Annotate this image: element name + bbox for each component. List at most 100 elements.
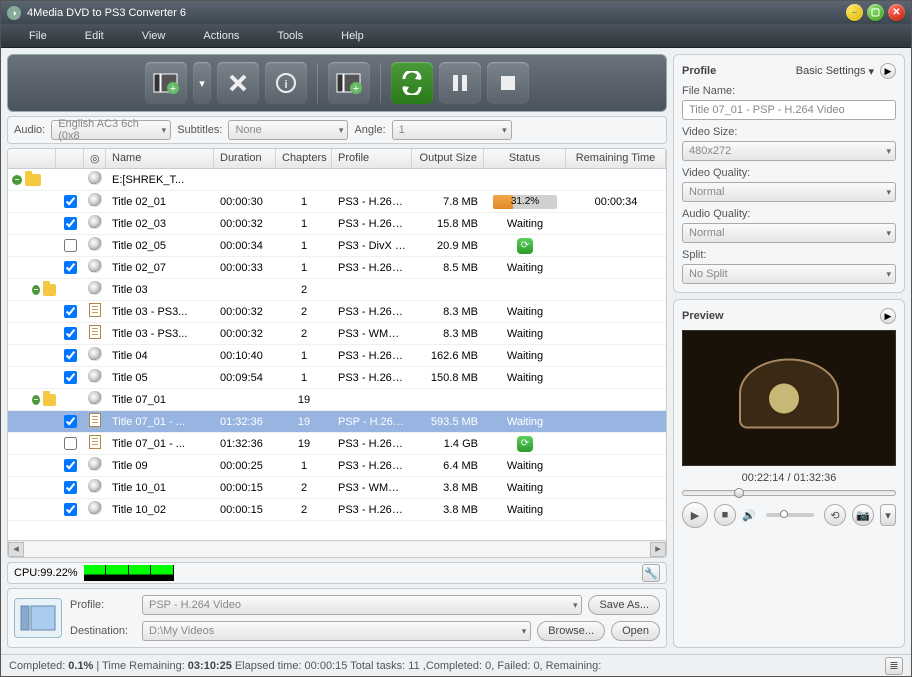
audioquality-dropdown[interactable]: Normal [682,223,896,243]
table-row[interactable]: Title 0400:10:401PS3 - H.264 ...162.6 MB… [8,345,666,367]
col-profile[interactable]: Profile [332,149,412,168]
player-more-button[interactable]: ▾ [880,504,896,526]
table-row[interactable]: –E:[SHREK_T... [8,169,666,191]
table-row[interactable]: Title 07_01 - ...01:32:3619PS3 - H.264 .… [8,433,666,455]
split-dropdown[interactable]: No Split [682,264,896,284]
table-row[interactable]: Title 02_0300:00:321PS3 - H.264 ...15.8 … [8,213,666,235]
row-checkbox[interactable] [64,327,77,340]
disc-icon [88,215,102,229]
table-row[interactable]: –Title 07_0119 [8,389,666,411]
row-checkbox[interactable] [64,305,77,318]
filename-input[interactable]: Title 07_01 - PSP - H.264 Video [682,100,896,120]
add-dropdown-button[interactable]: ▾ [193,62,211,104]
profile-panel: Profile Basic Settings▾ ▶ File Name: Tit… [673,54,905,293]
disc-icon [88,501,102,515]
settings-icon[interactable]: 🔧 [642,564,660,582]
status-ready-icon: ⟳ [517,436,533,452]
stream-select-bar: Audio: English AC3 6ch (0x8 Subtitles: N… [7,116,667,144]
menu-view[interactable]: View [132,26,194,46]
player-stop-button[interactable]: ■ [714,504,736,526]
pause-button[interactable] [439,62,481,104]
table-header: ◎ Name Duration Chapters Profile Output … [8,149,666,169]
maximize-button[interactable]: ▢ [867,4,884,21]
audio-dropdown[interactable]: English AC3 6ch (0x8 [51,120,171,140]
row-checkbox[interactable] [64,371,77,384]
menu-file[interactable]: File [19,26,75,46]
titlebar: ◑ 4Media DVD to PS3 Converter 6 – ▢ ✕ [1,1,911,24]
menu-actions[interactable]: Actions [193,26,267,46]
col-status[interactable]: Status [484,149,566,168]
table-row[interactable]: Title 10_0100:00:152PS3 - WMV ...3.8 MBW… [8,477,666,499]
row-checkbox[interactable] [64,503,77,516]
profile-dropdown[interactable]: PSP - H.264 Video [142,595,582,615]
open-button[interactable]: Open [611,621,660,641]
angle-dropdown[interactable]: 1 [392,120,512,140]
preview-expand-icon[interactable]: ▶ [880,308,896,324]
col-output[interactable]: Output Size [412,149,484,168]
status-options-icon[interactable]: ≣ [885,657,903,675]
subtitles-dropdown[interactable]: None [228,120,348,140]
videoquality-dropdown[interactable]: Normal [682,182,896,202]
videosize-dropdown[interactable]: 480x272 [682,141,896,161]
browse-button[interactable]: Browse... [537,621,605,641]
basic-settings-link[interactable]: Basic Settings▾ [796,65,874,78]
disc-icon [88,347,102,361]
repeat-button[interactable]: ⟲ [824,504,846,526]
menu-help[interactable]: Help [331,26,392,46]
row-checkbox[interactable] [64,217,77,230]
table-row[interactable]: Title 0900:00:251PS3 - H.264 ...6.4 MBWa… [8,455,666,477]
file-table: ◎ Name Duration Chapters Profile Output … [7,148,667,558]
preview-video[interactable] [682,330,896,466]
volume-slider[interactable] [766,513,814,517]
volume-icon[interactable]: 🔊 [742,509,756,522]
menu-edit[interactable]: Edit [75,26,132,46]
split-label: Split: [682,249,896,261]
table-row[interactable]: Title 03 - PS3...00:00:322PS3 - H.264 ..… [8,301,666,323]
row-checkbox[interactable] [64,459,77,472]
col-name[interactable]: Name [106,149,214,168]
destination-dropdown[interactable]: D:\My Videos [142,621,531,641]
convert-button[interactable] [391,62,433,104]
row-checkbox[interactable] [64,481,77,494]
col-chapters[interactable]: Chapters [276,149,332,168]
disc-icon [88,237,102,251]
table-row[interactable]: Title 07_01 - ...01:32:3619PSP - H.264 .… [8,411,666,433]
profile-dest-bar: Profile: PSP - H.264 Video Save As... De… [7,588,667,648]
videoquality-label: Video Quality: [682,167,896,179]
table-row[interactable]: Title 02_0100:00:301PS3 - H.264 ...7.8 M… [8,191,666,213]
horizontal-scrollbar[interactable]: ◂▸ [8,540,666,557]
divider [317,63,318,103]
table-row[interactable]: Title 03 - PS3...00:00:322PS3 - WMV ...8… [8,323,666,345]
row-checkbox[interactable] [64,415,77,428]
seek-slider[interactable] [682,490,896,496]
divider [380,63,381,103]
panel-expand-icon[interactable]: ▶ [880,63,896,79]
save-as-button[interactable]: Save As... [588,595,660,615]
menu-tools[interactable]: Tools [267,26,331,46]
col-duration[interactable]: Duration [214,149,276,168]
row-checkbox[interactable] [64,261,77,274]
row-checkbox[interactable] [64,437,77,450]
table-row[interactable]: –Title 032 [8,279,666,301]
delete-button[interactable] [217,62,259,104]
minimize-button[interactable]: – [846,4,863,21]
table-row[interactable]: Title 0500:09:541PS3 - H.264 ...150.8 MB… [8,367,666,389]
disc-icon [88,391,102,405]
document-icon [89,325,101,339]
play-button[interactable]: ▶ [682,502,708,528]
row-checkbox[interactable] [64,349,77,362]
col-remaining[interactable]: Remaining Time [566,149,666,168]
row-checkbox[interactable] [64,239,77,252]
table-row[interactable]: Title 10_0200:00:152PS3 - H.264 ...3.8 M… [8,499,666,521]
add-profile-button[interactable]: + [328,62,370,104]
table-row[interactable]: Title 02_0500:00:341PS3 - DivX H...20.9 … [8,235,666,257]
destination-label: Destination: [70,625,136,637]
add-file-button[interactable]: + [145,62,187,104]
info-button[interactable]: i [265,62,307,104]
statusbar: Completed: 0.1% | Time Remaining: 03:10:… [1,654,911,676]
row-checkbox[interactable] [64,195,77,208]
snapshot-button[interactable]: 📷 [852,504,874,526]
table-row[interactable]: Title 02_0700:00:331PS3 - H.264 ...8.5 M… [8,257,666,279]
stop-button[interactable] [487,62,529,104]
close-button[interactable]: ✕ [888,4,905,21]
